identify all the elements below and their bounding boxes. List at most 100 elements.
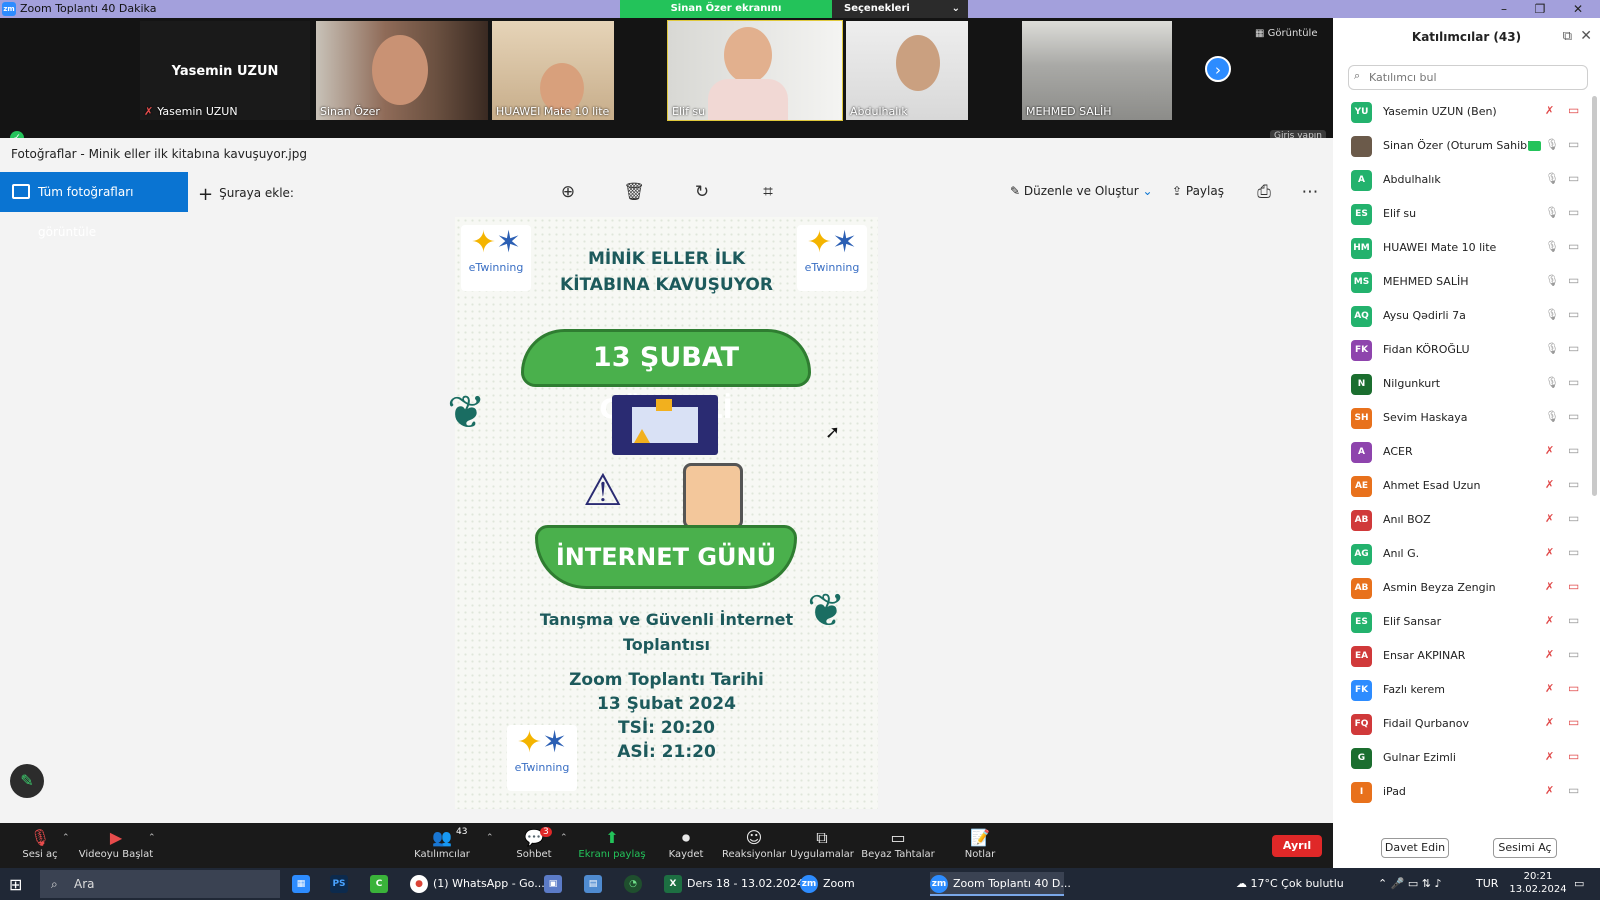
camera-icon[interactable]: ▭ xyxy=(1568,409,1579,423)
participants-button[interactable]: 👥 Katılımcılar 43 ⌃ xyxy=(402,827,493,860)
participant-row[interactable]: HM HUAWEI Mate 10 lite 🎙 ▭ xyxy=(1333,232,1595,266)
taskbar-app-icon[interactable]: ▣ xyxy=(544,872,567,896)
close-icon[interactable]: ✕ xyxy=(1560,0,1596,18)
view-all-photos-button[interactable]: Tüm fotoğrafları görüntüle xyxy=(0,172,188,239)
camera-off-icon[interactable]: ▭ xyxy=(1568,749,1579,763)
mic-muted-icon[interactable]: ✗ xyxy=(1545,104,1554,117)
camera-icon[interactable]: ▭ xyxy=(1568,443,1579,457)
mic-icon[interactable]: 🎙 xyxy=(1545,410,1559,423)
mic-icon[interactable]: 🎙 xyxy=(1545,172,1559,185)
video-tile-host[interactable]: Yasemin UZUN ✗ Yasemin UZUN xyxy=(140,21,310,120)
minimize-icon[interactable]: – xyxy=(1486,0,1522,18)
rotate-icon[interactable]: ↻ xyxy=(690,180,714,204)
taskbar-green-app-icon[interactable]: C xyxy=(370,872,393,896)
participant-row[interactable]: AB Asmin Beyza Zengin ✗ ▭ xyxy=(1333,572,1595,606)
mic-muted-icon[interactable]: ✗ xyxy=(1545,784,1554,797)
participants-scrollbar[interactable] xyxy=(1592,96,1597,496)
taskbar-item-whatsapp[interactable]: ● (1) WhatsApp - Go... xyxy=(410,872,545,896)
unmute-button[interactable]: 🎙 Sesi aç ⌃ xyxy=(0,827,80,860)
camera-icon[interactable]: ▭ xyxy=(1568,137,1579,151)
camera-icon[interactable]: ▭ xyxy=(1568,307,1579,321)
participant-row[interactable]: ES Elif Sansar ✗ ▭ xyxy=(1333,606,1595,640)
mic-muted-icon[interactable]: ✗ xyxy=(1545,682,1554,695)
print-icon[interactable]: ⎙ xyxy=(1252,180,1276,204)
next-page-button[interactable]: › xyxy=(1205,56,1231,82)
more-options-icon[interactable]: ⋯ xyxy=(1298,180,1322,204)
camera-icon[interactable]: ▭ xyxy=(1568,239,1579,253)
participant-row[interactable]: AQ Aysu Qədirli 7a 🎙 ▭ xyxy=(1333,300,1595,334)
camera-off-icon[interactable]: ▭ xyxy=(1568,103,1579,117)
add-to-button[interactable]: + Şuraya ekle: xyxy=(198,184,294,205)
notes-button[interactable]: 📝 Notlar xyxy=(940,827,1020,860)
restore-icon[interactable]: ❐ xyxy=(1522,0,1558,18)
crop-icon[interactable]: ⌗ xyxy=(756,180,780,204)
taskbar-search[interactable]: ⌕ Ara xyxy=(40,870,280,898)
video-tile-sinan[interactable]: Sinan Özer xyxy=(316,21,488,120)
mic-icon[interactable]: 🎙 xyxy=(1545,342,1559,355)
camera-icon[interactable]: ▭ xyxy=(1568,205,1579,219)
apps-button[interactable]: ⧉ Uygulamalar xyxy=(782,827,862,860)
camera-icon[interactable]: ▭ xyxy=(1568,545,1579,559)
video-tile-huawei[interactable]: HUAWEI Mate 10 lite xyxy=(492,21,614,120)
participant-row[interactable]: EA Ensar AKPINAR ✗ ▭ xyxy=(1333,640,1595,674)
camera-icon[interactable]: ▭ xyxy=(1568,171,1579,185)
chevron-up-icon[interactable]: ⌃ xyxy=(486,833,494,843)
taskbar-item-zoom[interactable]: zm Zoom xyxy=(800,872,918,896)
camera-off-icon[interactable]: ▭ xyxy=(1568,579,1579,593)
participant-row[interactable]: Sinan Özer (Oturum Sahibi) 🎙 ▭ xyxy=(1333,130,1595,164)
video-tile-mehmed[interactable]: MEHMED SALİH xyxy=(1022,21,1172,120)
leave-meeting-button[interactable]: Ayrıl xyxy=(1272,835,1322,857)
notifications-icon[interactable]: ▭ xyxy=(1574,877,1584,890)
mic-muted-icon[interactable]: ✗ xyxy=(1545,512,1554,525)
participant-row[interactable]: ES Elif su 🎙 ▭ xyxy=(1333,198,1595,232)
zoom-in-icon[interactable]: ⊕ xyxy=(556,180,580,204)
taskbar-item-zoom-meeting[interactable]: zm Zoom Toplantı 40 D... xyxy=(930,872,1071,896)
mic-icon[interactable]: 🎙 xyxy=(1545,376,1559,389)
camera-icon[interactable]: ▭ xyxy=(1568,477,1579,491)
participant-row[interactable]: N Nilgunkurt 🎙 ▭ xyxy=(1333,368,1595,402)
camera-icon[interactable]: ▭ xyxy=(1568,613,1579,627)
participant-row[interactable]: MS MEHMED SALİH 🎙 ▭ xyxy=(1333,266,1595,300)
invite-button[interactable]: Davet Edin xyxy=(1381,838,1449,858)
taskbar-clock[interactable]: 20:21 13.02.2024 xyxy=(1508,870,1568,896)
popout-icon[interactable]: ⧉ xyxy=(1563,29,1572,44)
participant-row[interactable]: AG Anıl G. ✗ ▭ xyxy=(1333,538,1595,572)
share-button[interactable]: ⇪ Paylaş xyxy=(1172,184,1224,198)
camera-icon[interactable]: ▭ xyxy=(1568,783,1579,797)
camera-icon[interactable]: ▭ xyxy=(1568,341,1579,355)
weather-widget[interactable]: ☁ 17°C Çok bulutlu xyxy=(1236,877,1344,890)
view-options-dropdown[interactable]: Seçenekleri Görüntüle⌄ xyxy=(832,0,968,32)
mic-muted-icon[interactable]: ✗ xyxy=(1545,750,1554,763)
mic-icon[interactable]: 🎙 xyxy=(1545,206,1559,219)
participant-row[interactable]: FK Fidan KÖROĞLU 🎙 ▭ xyxy=(1333,334,1595,368)
taskbar-photoshop-icon[interactable]: PS xyxy=(330,872,353,896)
mic-icon[interactable]: 🎙 xyxy=(1545,138,1559,151)
taskbar-item-excel[interactable]: X Ders 18 - 13.02.2024... xyxy=(664,872,814,896)
participant-row[interactable]: A Abdulhalık 🎙 ▭ xyxy=(1333,164,1595,198)
participant-row[interactable]: IiPad ✗ ▭ xyxy=(1333,776,1595,810)
mic-muted-icon[interactable]: ✗ xyxy=(1545,580,1554,593)
mic-icon[interactable]: 🎙 xyxy=(1545,308,1559,321)
mic-muted-icon[interactable]: ✗ xyxy=(1545,444,1554,457)
unmute-me-button[interactable]: Sesimi Aç xyxy=(1493,838,1557,858)
participant-search-input[interactable] xyxy=(1348,65,1588,90)
windows-start-icon[interactable]: ⊞ xyxy=(9,875,22,894)
mic-icon[interactable]: 🎙 xyxy=(1545,240,1559,253)
camera-icon[interactable]: ▭ xyxy=(1568,511,1579,525)
participant-row[interactable]: G Gulnar Ezimli ✗ ▭ xyxy=(1333,742,1595,776)
chevron-up-icon[interactable]: ⌃ xyxy=(148,833,156,843)
participant-row[interactable]: SH Sevim Haskaya 🎙 ▭ xyxy=(1333,402,1595,436)
mic-icon[interactable]: 🎙 xyxy=(1545,274,1559,287)
mic-muted-icon[interactable]: ✗ xyxy=(1545,716,1554,729)
taskbar-app-icon[interactable]: ▤ xyxy=(584,872,607,896)
taskbar-widgets-icon[interactable]: ▦ xyxy=(292,872,315,896)
participant-row[interactable]: AE Ahmet Esad Uzun ✗ ▭ xyxy=(1333,470,1595,504)
taskbar-app-icon[interactable]: ◔ xyxy=(624,872,647,896)
camera-icon[interactable]: ▭ xyxy=(1568,273,1579,287)
annotate-pen-button[interactable]: ✎ xyxy=(10,764,44,798)
share-screen-button[interactable]: ⬆ Ekranı paylaş xyxy=(572,827,652,860)
participant-row[interactable]: YU Yasemin UZUN (Ben) ✗ ▭ xyxy=(1333,96,1595,130)
participant-row[interactable]: AB Anıl BOZ ✗ ▭ xyxy=(1333,504,1595,538)
participant-row[interactable]: FK Fazlı kerem ✗ ▭ xyxy=(1333,674,1595,708)
start-video-button[interactable]: ▶ Videoyu Başlat ⌃ xyxy=(76,827,156,860)
